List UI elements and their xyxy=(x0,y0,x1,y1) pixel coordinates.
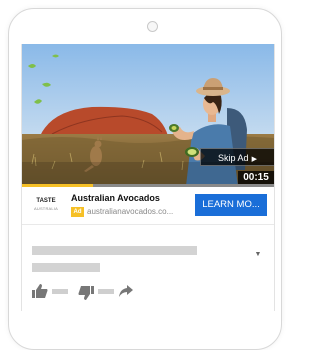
logo-text-sub: AUSTRALIA xyxy=(33,206,59,211)
logo-text-main: TASTE xyxy=(36,198,56,204)
thumbs-down-icon[interactable] xyxy=(78,286,94,300)
video-title-placeholder xyxy=(32,246,197,255)
divider xyxy=(22,224,274,225)
video-subtitle-placeholder xyxy=(32,263,100,272)
thumbs-up-icon[interactable] xyxy=(32,284,48,298)
share-icon[interactable] xyxy=(119,285,133,297)
advertiser-url[interactable]: australianavocados.co... xyxy=(87,207,191,217)
skip-next-icon: ▶ xyxy=(251,156,257,163)
chevron-down-icon[interactable]: ▼ xyxy=(253,251,263,259)
advertiser-name[interactable]: Australian Avocados xyxy=(71,193,160,203)
camera-icon xyxy=(147,21,158,32)
video-player[interactable]: Skip Ad ▶ 00:15 xyxy=(22,44,274,186)
skip-ad-button[interactable]: Skip Ad ▶ xyxy=(200,148,274,166)
advertiser-bar: TASTE AUSTRALIA Australian Avocados Ad a… xyxy=(22,187,274,224)
learn-more-button[interactable]: LEARN MO... xyxy=(195,194,267,216)
ad-badge: Ad xyxy=(71,207,84,217)
dislike-count-placeholder xyxy=(98,289,114,294)
app-screen: Skip Ad ▶ 00:15 TASTE AUSTRALIA Australia… xyxy=(21,44,275,311)
advertiser-logo[interactable]: TASTE AUSTRALIA xyxy=(32,198,60,213)
like-count-placeholder xyxy=(52,289,68,294)
ad-countdown-timer: 00:15 xyxy=(238,171,274,184)
skip-ad-label: Skip Ad xyxy=(218,153,249,163)
